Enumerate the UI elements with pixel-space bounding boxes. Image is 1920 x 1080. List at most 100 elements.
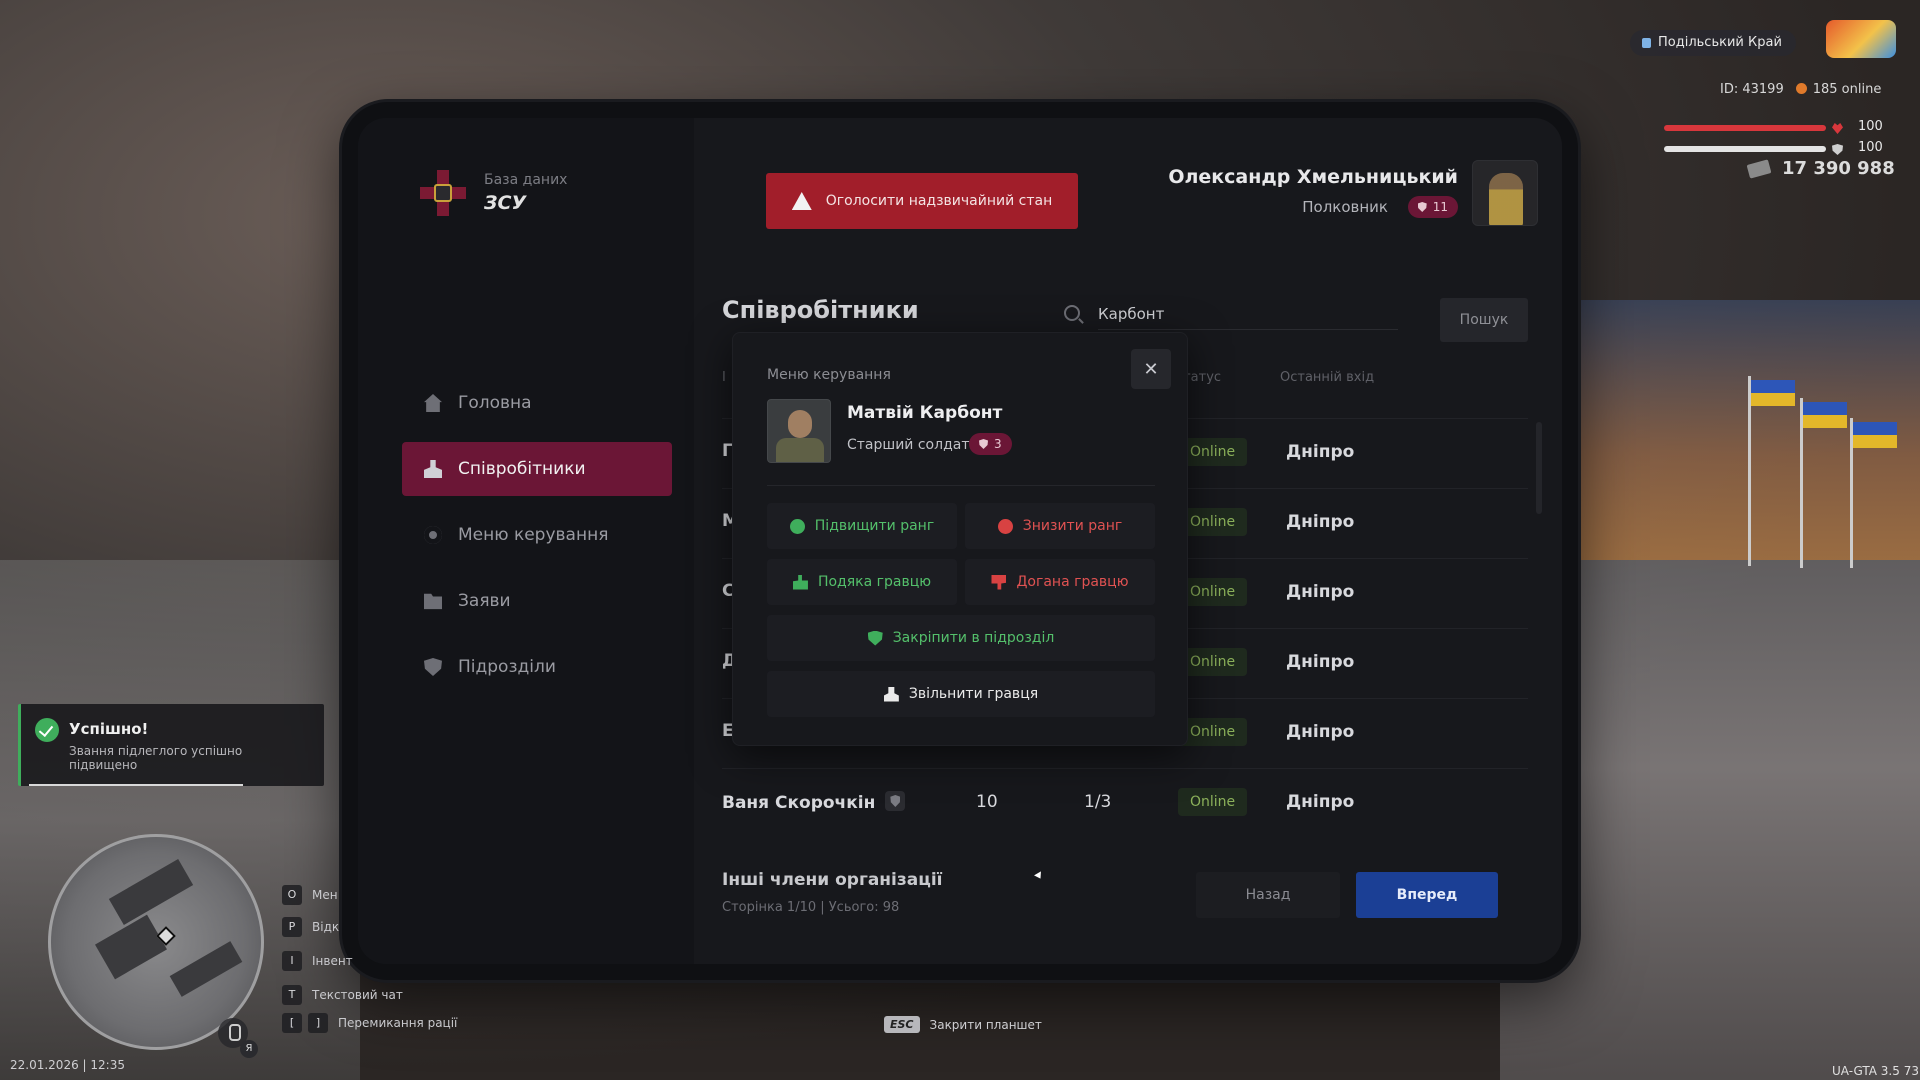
logo-subtitle: База даних xyxy=(484,172,568,188)
status-badge: Online xyxy=(1178,718,1248,746)
scrollbar[interactable] xyxy=(1536,422,1542,514)
dismiss-button[interactable]: Звільнити гравця xyxy=(767,671,1155,717)
pagination-info: Сторінка 1/10 | Усього: 98 xyxy=(722,900,900,915)
user-rank-badge: 11 xyxy=(1407,196,1458,218)
hotkey-key: [ xyxy=(282,1013,302,1033)
back-button[interactable]: Назад xyxy=(1196,872,1340,918)
employee-level: 10 xyxy=(976,792,998,812)
sidebar-item-applications[interactable]: Заяви xyxy=(402,574,672,628)
search-icon xyxy=(1064,305,1080,321)
arrow-up-circle-icon xyxy=(789,518,805,534)
warning-icon xyxy=(791,192,812,210)
promote-button[interactable]: Підвищити ранг xyxy=(767,503,957,549)
player-rank-level: 3 xyxy=(994,437,1002,451)
hotkey-row: T Текстовий чат xyxy=(282,984,403,1006)
table-row[interactable]: Ваня Скорочкін 10 1/3 Online Дніпро xyxy=(722,768,1528,838)
hotkey-label: Текстовий чат xyxy=(312,988,403,1002)
status-badge: Online xyxy=(1178,788,1248,816)
shield-icon xyxy=(979,439,988,449)
player-avatar xyxy=(767,399,831,463)
dismiss-label: Звільнити гравця xyxy=(908,686,1039,702)
gear-icon xyxy=(424,526,442,544)
heart-icon xyxy=(1832,123,1843,134)
sidebar-item-label: Співробітники xyxy=(458,459,586,479)
player-rank-badge: 3 xyxy=(969,433,1012,455)
player-rank: Старший солдат xyxy=(847,437,970,453)
player-id: ID: 43199 xyxy=(1720,82,1784,97)
user-rank-level: 11 xyxy=(1432,200,1448,214)
assign-unit-button[interactable]: Закріпити в підрозділ xyxy=(767,615,1155,661)
cash-icon xyxy=(1746,159,1772,179)
search-input[interactable] xyxy=(1098,298,1398,330)
thank-button[interactable]: Подяка гравцю xyxy=(767,559,957,605)
column-header: І xyxy=(722,370,726,385)
flag xyxy=(1853,422,1897,448)
sidebar-item-label: Головна xyxy=(458,393,532,413)
esc-key: ESC xyxy=(884,1016,920,1033)
hotkey-key: O xyxy=(282,885,302,905)
hotkey-label: Перемикання рації xyxy=(338,1016,458,1030)
demote-button[interactable]: Знизити ранг xyxy=(965,503,1155,549)
page-title: Співробітники xyxy=(722,296,919,324)
sidebar-item-employees[interactable]: Співробітники xyxy=(402,442,672,496)
sidebar-item-label: Заяви xyxy=(458,591,511,611)
hotkey-row: I Інвент xyxy=(282,950,353,972)
hotkey-key: I xyxy=(282,951,302,971)
online-icon xyxy=(1795,83,1807,94)
datetime: 22.01.2026 | 12:35 xyxy=(10,1058,125,1072)
search-button[interactable]: Пошук xyxy=(1440,298,1528,342)
notification-progress xyxy=(29,784,243,786)
user-remove-icon xyxy=(883,686,899,702)
hotkey-label: Інвент xyxy=(312,954,353,968)
armor-icon xyxy=(1832,144,1843,155)
close-icon: ✕ xyxy=(1143,358,1159,380)
employee-warnings: 1/3 xyxy=(1084,792,1112,812)
hotkey-label: Мен xyxy=(312,888,338,902)
version-label: UA-GTA 3.5 73 xyxy=(1832,1064,1919,1078)
player-name: Матвій Карбонт xyxy=(847,403,1003,423)
last-login-city: Дніпро xyxy=(1286,582,1355,602)
notification-title: Успішно! xyxy=(69,720,149,738)
status-badge: Online xyxy=(1178,578,1248,606)
server-name: Подільський Край xyxy=(1658,35,1782,50)
hotkey-key: ] xyxy=(308,1013,328,1033)
sidebar-item-label: Підрозділи xyxy=(458,657,556,677)
status-badge: Online xyxy=(1178,438,1248,466)
server-badge: Подільський Край xyxy=(1630,30,1796,56)
hotkey-row: O Мен xyxy=(282,884,338,906)
column-header-last-login: Останній вхід xyxy=(1280,370,1375,385)
hotkey-row: P Відк xyxy=(282,916,339,938)
sidebar-item-control-menu[interactable]: Меню керування xyxy=(402,508,672,562)
game-logo xyxy=(1826,20,1896,58)
notification-message: Звання підлеглого успішно підвищено xyxy=(69,744,243,772)
sidebar-item-units[interactable]: Підрозділи xyxy=(402,640,672,694)
last-login-city: Дніпро xyxy=(1286,442,1355,462)
shield-plus-icon xyxy=(867,630,883,646)
employee-name-cell: Ваня Скорочкін xyxy=(722,791,906,813)
armor-bar xyxy=(1664,146,1826,152)
control-menu-modal: Меню керування ✕ Матвій Карбонт Старший … xyxy=(732,332,1188,746)
zsu-emblem-icon xyxy=(420,170,466,216)
emergency-button-label: Оголосити надзвичайний стан xyxy=(825,193,1053,209)
next-button[interactable]: Вперед xyxy=(1356,872,1498,918)
shield-icon xyxy=(885,791,906,811)
flag xyxy=(1751,380,1795,406)
assign-unit-label: Закріпити в підрозділ xyxy=(892,630,1055,646)
folder-icon xyxy=(424,593,442,610)
emergency-button[interactable]: Оголосити надзвичайний стан xyxy=(766,173,1078,229)
status-badge: Online xyxy=(1178,648,1248,676)
reprimand-label: Догана гравцю xyxy=(1016,574,1129,590)
close-button[interactable]: ✕ xyxy=(1131,349,1171,389)
health-value: 100 xyxy=(1858,119,1883,134)
thumbs-up-icon xyxy=(792,574,808,590)
search-bar xyxy=(1064,298,1404,334)
online-count: 185 online xyxy=(1812,82,1882,97)
sidebar-item-home[interactable]: Головна xyxy=(402,376,672,430)
check-circle-icon xyxy=(35,718,59,742)
reprimand-button[interactable]: Догана гравцю xyxy=(965,559,1155,605)
status-badge: Online xyxy=(1178,508,1248,536)
modal-title: Меню керування xyxy=(767,367,891,383)
thumbs-down-icon xyxy=(991,574,1007,590)
health-bar xyxy=(1664,125,1826,131)
arrow-down-circle-icon xyxy=(997,518,1013,534)
